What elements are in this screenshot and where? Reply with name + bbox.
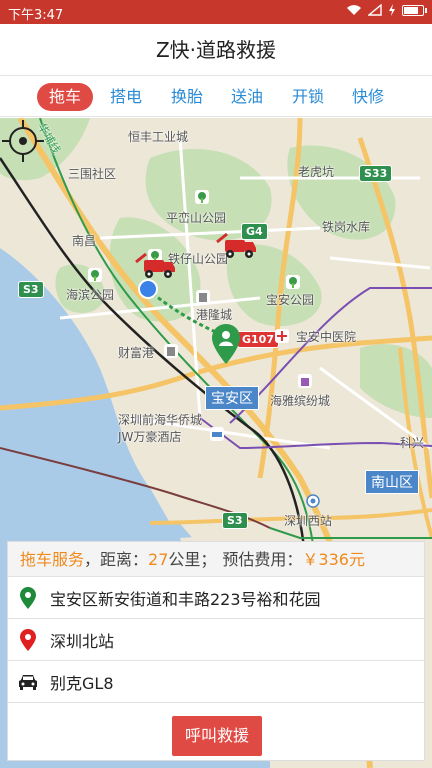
- map-place-label: 南昌: [72, 234, 97, 248]
- status-bar: 下午3:47: [0, 0, 432, 24]
- building-icon: [164, 344, 178, 358]
- map-place-label: 深圳前海华侨城JW万豪酒店: [118, 413, 203, 444]
- tab-unlock[interactable]: 开锁: [280, 83, 336, 111]
- service-summary: 拖车服务，距离：27公里； 预估费用：￥336元: [8, 542, 424, 577]
- map-place-label: 平峦山公园: [166, 211, 227, 225]
- location-pin-icon: [212, 324, 240, 364]
- map-place-label: 恒丰工业城: [128, 130, 189, 144]
- map-place-label: 铁岗水库: [322, 220, 371, 234]
- page-title: Z快·道路救援: [155, 38, 277, 62]
- shopping-icon: [298, 374, 312, 388]
- car-icon: [19, 674, 37, 690]
- map-place-label: 海雅缤纷城: [270, 394, 331, 408]
- map-place-label: 科兴: [400, 436, 425, 450]
- status-icons: [346, 4, 427, 16]
- district-badge: 南山区: [365, 470, 419, 494]
- origin-address: 宝安区新安街道和丰路223号裕和花园: [50, 589, 321, 609]
- battery-level: [404, 6, 419, 14]
- hotel-icon: [210, 427, 224, 441]
- service-name: 拖车服务: [20, 550, 85, 569]
- national-road-badge: G107: [237, 331, 279, 348]
- tab-jump-start[interactable]: 搭电: [98, 83, 154, 111]
- map-place-label: 港隆城: [196, 308, 233, 322]
- station-icon: [306, 494, 320, 508]
- map-place-label: 宝安中医院: [296, 330, 357, 344]
- map-place-label: 老虎坑: [298, 165, 335, 179]
- tab-tire-change[interactable]: 换胎: [159, 83, 215, 111]
- wifi-icon: [347, 5, 361, 15]
- hospital-icon: [275, 329, 289, 343]
- vehicle-row[interactable]: 别克GL8: [8, 661, 424, 703]
- charging-icon: [389, 4, 395, 16]
- map-place-label: 海滨公园: [66, 288, 115, 302]
- destination-address: 深圳北站: [50, 631, 115, 651]
- highway-badge: S3: [18, 281, 44, 298]
- building-icon: [196, 290, 210, 304]
- battery-icon: [402, 4, 427, 16]
- rescue-info-card: 拖车服务，距离：27公里； 预估费用：￥336元 宝安区新安街道和丰路223号裕和…: [7, 541, 425, 761]
- tab-quick-repair[interactable]: 快修: [340, 83, 396, 111]
- map-place-label: 深圳西站: [284, 514, 333, 528]
- map-place-label: 三围社区: [68, 167, 117, 181]
- park-icon: [286, 275, 300, 289]
- tow-truck-icon[interactable]: [215, 230, 257, 262]
- distance-unit: 公里；: [168, 550, 217, 569]
- signal-icon: [368, 4, 382, 16]
- highway-badge: S3: [222, 512, 248, 529]
- status-time: 下午3:47: [8, 8, 64, 23]
- highway-badge: S33: [359, 165, 393, 182]
- fee-label: 预估费用：: [222, 550, 303, 569]
- current-location-icon: [138, 279, 158, 299]
- tab-tow[interactable]: 拖车: [37, 83, 93, 111]
- destination-pin-icon: [20, 628, 36, 651]
- park-icon: [195, 190, 209, 204]
- distance-label: ，距离：: [84, 550, 149, 569]
- origin-row[interactable]: 宝安区新安街道和丰路223号裕和花园: [8, 577, 424, 619]
- map-place-label: 宝安公园: [266, 293, 315, 307]
- district-badge: 宝安区: [205, 386, 259, 410]
- app-header: Z快·道路救援: [0, 24, 432, 76]
- destination-row[interactable]: 深圳北站: [8, 619, 424, 661]
- service-tabs: 拖车 搭电 换胎 送油 开锁 快修: [0, 77, 432, 117]
- fee-value: ￥336元: [302, 550, 365, 569]
- map-place-label: 财富港: [118, 346, 155, 360]
- origin-pin-icon: [20, 586, 36, 609]
- park-icon: [88, 268, 102, 282]
- tab-fuel-delivery[interactable]: 送油: [219, 83, 275, 111]
- vehicle-model: 别克GL8: [50, 673, 114, 693]
- call-rescue-button[interactable]: 呼叫救援: [172, 716, 262, 756]
- distance-value: 27: [148, 550, 169, 569]
